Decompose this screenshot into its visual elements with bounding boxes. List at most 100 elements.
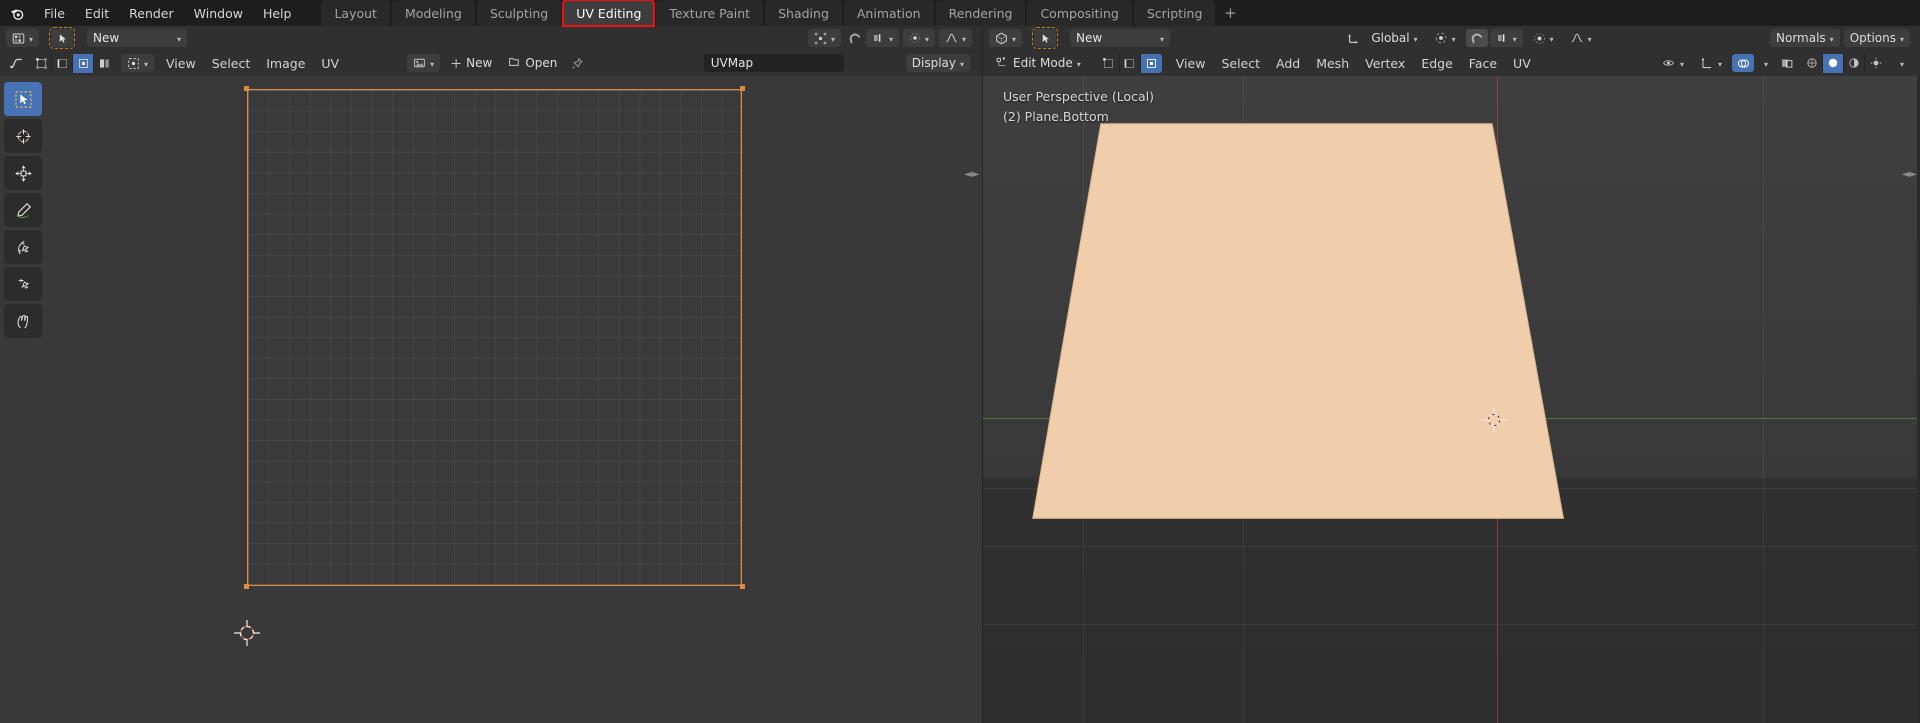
object-visibility-icon[interactable]: ▾ xyxy=(1655,54,1690,72)
floor-grid-line xyxy=(983,488,1920,489)
viewport-menu-add[interactable]: Add xyxy=(1268,52,1308,74)
workspace-tab-shading[interactable]: Shading xyxy=(765,0,842,26)
tweak-select-box-tool[interactable] xyxy=(4,82,42,116)
viewport-mode-dropdown[interactable]: New ▾ xyxy=(1070,29,1171,47)
viewport-menu-view[interactable]: View xyxy=(1168,52,1214,74)
overlays-icon[interactable] xyxy=(1732,54,1754,72)
viewport-mode-dropdown[interactable]: Edit Mode ▾ xyxy=(989,54,1087,72)
material-shading-icon[interactable] xyxy=(1844,53,1865,73)
area-split-handle-right[interactable]: ◄► xyxy=(1902,169,1917,180)
menu-help[interactable]: Help xyxy=(253,0,302,26)
uv-menu-select[interactable]: Select xyxy=(204,52,259,74)
snap-magnet-icon[interactable] xyxy=(845,29,865,47)
blender-logo-icon[interactable] xyxy=(0,0,34,26)
3d-cursor-icon[interactable] xyxy=(1481,407,1507,433)
transform-orientation-dropdown[interactable]: Global ▾ xyxy=(1365,29,1423,47)
workspace-tab-scripting[interactable]: Scripting xyxy=(1133,0,1216,26)
normals-popover-button[interactable]: Normals ▾ xyxy=(1770,29,1840,47)
pin-icon[interactable] xyxy=(567,54,587,72)
uv-editor-area[interactable]: ◄► xyxy=(0,76,983,723)
wireframe-shading-icon[interactable] xyxy=(1802,53,1823,73)
snap-magnet-icon[interactable] xyxy=(1465,29,1488,47)
snap-target-icon[interactable]: ▾ xyxy=(1489,29,1523,47)
solid-shading-icon[interactable] xyxy=(1823,53,1844,73)
viewport-header: Edit Mode ▾ View Select Add Mesh Vertex … xyxy=(983,50,1920,76)
menu-file[interactable]: File xyxy=(34,0,75,26)
uv-canvas[interactable] xyxy=(244,86,745,589)
uv-vertex-handle[interactable] xyxy=(740,584,745,589)
proportional-edit-icon[interactable]: ▾ xyxy=(1527,29,1560,47)
scale-tool[interactable] xyxy=(4,267,42,301)
3d-viewport-area[interactable]: User Perspective (Local) (2) Plane.Botto… xyxy=(983,76,1920,723)
viewport-menu-mesh[interactable]: Mesh xyxy=(1308,52,1357,74)
snap-target-icon[interactable]: ▾ xyxy=(865,29,899,47)
menu-window[interactable]: Window xyxy=(184,0,253,26)
edge-select-icon[interactable] xyxy=(52,53,73,73)
open-image-label: Open xyxy=(525,56,558,70)
viewport-menu-face[interactable]: Face xyxy=(1461,52,1505,74)
uv-vertex-handle[interactable] xyxy=(740,86,745,91)
workspace-tab-modeling[interactable]: Modeling xyxy=(391,0,475,26)
uv-menu-view[interactable]: View xyxy=(158,52,204,74)
uv-select-mode-icon[interactable] xyxy=(49,27,76,49)
workspace-tab-layout[interactable]: Layout xyxy=(321,0,390,26)
vertex-select-icon[interactable] xyxy=(1098,53,1120,73)
workspace-tab-sculpting[interactable]: Sculpting xyxy=(476,0,562,26)
edge-select-icon[interactable] xyxy=(1119,53,1141,73)
new-image-button[interactable]: ＋ New xyxy=(444,54,498,72)
face-select-icon[interactable] xyxy=(73,53,94,73)
island-select-icon[interactable] xyxy=(94,53,115,73)
menu-edit[interactable]: Edit xyxy=(75,0,119,26)
chevron-down-icon[interactable]: ▾ xyxy=(1892,54,1912,72)
uv-mode-dropdown[interactable]: New ▾ xyxy=(87,29,188,47)
gizmo-icon[interactable]: ▾ xyxy=(1694,54,1728,72)
viewport-tool-settings-header: ▾ New ▾ Global ▾ ▾ ▾ ▾ ▾ Normals ▾ Optio… xyxy=(983,26,1920,50)
chevron-down-icon: ▾ xyxy=(959,59,964,69)
viewport-select-mode-icon[interactable] xyxy=(1032,27,1059,49)
uv-menu-image[interactable]: Image xyxy=(258,52,313,74)
uv-editor-type-icon[interactable] xyxy=(6,54,26,72)
area-split-handle-left[interactable]: ◄► xyxy=(964,169,979,180)
3d-viewport-type-icon[interactable]: ▾ xyxy=(989,29,1023,47)
image-browse-icon[interactable]: ▾ xyxy=(407,54,441,72)
open-image-button[interactable]: Open xyxy=(502,54,563,72)
display-popover-button[interactable]: Display ▾ xyxy=(905,54,970,72)
viewport-mode-value: Edit Mode xyxy=(1013,56,1073,70)
uv-vertex-handle[interactable] xyxy=(244,584,249,589)
uv-vertex-handle[interactable] xyxy=(244,86,249,91)
uv-editor-type-icon[interactable]: ▾ xyxy=(6,29,40,47)
face-select-icon[interactable] xyxy=(1140,53,1162,73)
uvmap-field[interactable]: UVMap xyxy=(703,54,844,72)
rendered-shading-icon[interactable] xyxy=(1865,53,1886,73)
uv-sync-selection-icon[interactable]: ▾ xyxy=(121,54,155,72)
uv-mode-value: New xyxy=(93,31,120,45)
viewport-menu-uv[interactable]: UV xyxy=(1505,52,1539,74)
cursor-tool[interactable] xyxy=(4,119,42,153)
proportional-edit-icon[interactable]: ▾ xyxy=(902,29,935,47)
transform-tool[interactable] xyxy=(4,304,42,338)
workspace-tab-uv-editing[interactable]: UV Editing xyxy=(562,0,656,27)
workspace-tab-rendering[interactable]: Rendering xyxy=(935,0,1026,26)
uv-menu-uv[interactable]: UV xyxy=(313,52,347,74)
workspace-tab-texture-paint[interactable]: Texture Paint xyxy=(656,0,764,26)
options-popover-button[interactable]: Options ▾ xyxy=(1843,29,1911,47)
workspace-tab-animation[interactable]: Animation xyxy=(843,0,934,26)
viewport-menu-edge[interactable]: Edge xyxy=(1413,52,1460,74)
add-workspace-button[interactable]: + xyxy=(1217,0,1243,26)
move-tool[interactable] xyxy=(4,156,42,190)
menu-render[interactable]: Render xyxy=(119,0,184,26)
workspace-tab-compositing[interactable]: Compositing xyxy=(1027,0,1132,26)
viewport-menu-select[interactable]: Select xyxy=(1213,52,1268,74)
uv-grid xyxy=(247,89,742,586)
falloff-curve-icon[interactable]: ▾ xyxy=(1564,29,1598,47)
chevron-down-icon[interactable]: ▾ xyxy=(1756,54,1776,72)
viewport-menu-vertex[interactable]: Vertex xyxy=(1357,52,1413,74)
pivot-point-icon[interactable]: ▾ xyxy=(1428,29,1462,47)
pivot-point-icon[interactable]: ▾ xyxy=(807,29,841,47)
vertex-select-icon[interactable] xyxy=(31,53,52,73)
2d-cursor-icon[interactable] xyxy=(232,618,262,648)
xray-toggle-icon[interactable] xyxy=(1777,54,1797,72)
annotate-tool[interactable] xyxy=(4,193,42,227)
rotate-tool[interactable] xyxy=(4,230,42,264)
falloff-curve-icon[interactable]: ▾ xyxy=(938,29,972,47)
